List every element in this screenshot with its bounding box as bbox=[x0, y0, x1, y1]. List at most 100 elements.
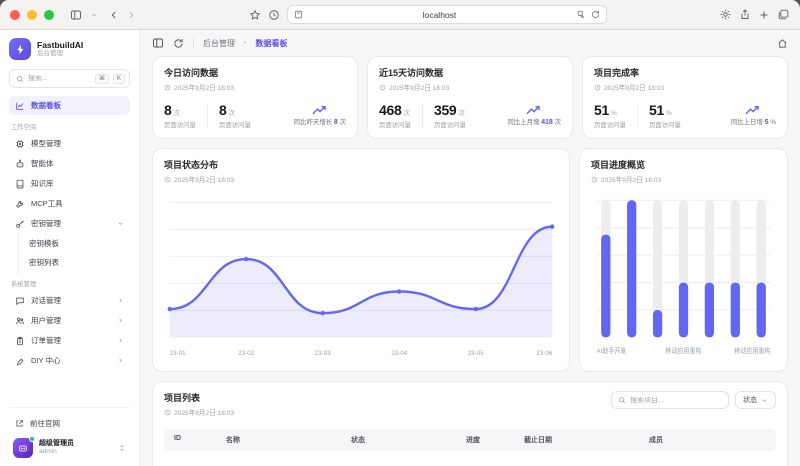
trend: 同比上日增 5 % bbox=[731, 105, 776, 126]
metric: 359次 页面访问量 bbox=[434, 103, 466, 129]
maximize-window-button[interactable] bbox=[44, 10, 54, 20]
trend-unit: 次 bbox=[555, 119, 561, 126]
refresh-icon[interactable] bbox=[173, 38, 184, 49]
chevron-down-icon[interactable] bbox=[90, 11, 98, 19]
trend-up-icon bbox=[744, 105, 762, 115]
stat-title: 项目完成率 bbox=[594, 66, 776, 79]
stat-card-15day-visits: 近15天访问数据 2025年9月2日 18:03 468次 页面访问量 359次 bbox=[367, 56, 573, 139]
status-filter-select[interactable]: 状态 bbox=[735, 391, 776, 409]
sidebar-item-key-templates[interactable]: 密钥模板 bbox=[23, 234, 130, 253]
clipboard-icon bbox=[15, 336, 25, 346]
sidebar-item-conversations[interactable]: 对话管理 bbox=[9, 291, 130, 310]
stat-card-today-visits: 今日访问数据 2025年9月2日 18:03 8次 页面访问量 8 次 bbox=[152, 56, 358, 139]
tab-overview-icon[interactable] bbox=[777, 8, 790, 21]
metric-unit: 次 bbox=[458, 110, 464, 117]
reload-icon[interactable] bbox=[591, 10, 600, 19]
forward-icon[interactable] bbox=[126, 10, 136, 20]
svg-text:AI助手开发: AI助手开发 bbox=[597, 345, 627, 354]
metric-value: 8 bbox=[219, 102, 227, 118]
trend-value: 418 bbox=[541, 119, 553, 126]
sidebar-item-key-list[interactable]: 密钥列表 bbox=[23, 253, 130, 272]
svg-text:23-01: 23-01 bbox=[170, 350, 186, 357]
sidebar-item-keys[interactable]: 密钥管理 bbox=[9, 214, 130, 233]
stat-timestamp: 2025年9月2日 18:03 bbox=[174, 82, 234, 92]
stat-timestamp: 2025年9月2日 18:03 bbox=[389, 82, 449, 92]
trend: 同比昨天增长 8 次 bbox=[294, 105, 346, 126]
sidebar-search[interactable]: ⌘ K bbox=[9, 69, 130, 88]
metric-label: 页面访问量 bbox=[649, 120, 681, 129]
app-logo-row[interactable]: FastbuildAI 后台管理 bbox=[9, 38, 130, 60]
bar-chart-card: 项目进度概览 2025年9月2日 18:03 AI助手开发移动应用重构移动应用重… bbox=[579, 148, 788, 372]
history-clock-icon[interactable] bbox=[268, 9, 280, 21]
back-icon[interactable] bbox=[109, 10, 119, 20]
sidebar-item-dashboard[interactable]: 数据看板 bbox=[9, 96, 130, 115]
sidebar-footer: 前往官网 超级管理员 admin bbox=[9, 407, 130, 458]
trend-value: 8 bbox=[334, 119, 338, 126]
browser-sidebar-toggle-icon[interactable] bbox=[69, 9, 83, 21]
metric-label: 页面访问量 bbox=[164, 120, 196, 129]
traffic-lights bbox=[10, 10, 54, 20]
browser-chrome: localhost bbox=[0, 0, 800, 30]
breadcrumb-root[interactable]: 后台管理 bbox=[203, 38, 235, 49]
svg-text:移动应用重构: 移动应用重构 bbox=[665, 345, 701, 354]
visit-website-link[interactable]: 前往官网 bbox=[9, 414, 130, 433]
trend-label: 同比昨天增长 bbox=[294, 119, 332, 126]
metric-value: 359 bbox=[434, 102, 456, 118]
section-system: 系统管理 bbox=[11, 279, 128, 288]
chart-timestamp: 2025年9月2日 18:03 bbox=[601, 174, 661, 184]
breadcrumb-current[interactable]: 数据看板 bbox=[255, 38, 287, 49]
url-bar[interactable]: localhost bbox=[287, 5, 607, 24]
metric: 468次 页面访问量 bbox=[379, 103, 411, 129]
chart-timestamp: 2025年9月2日 18:03 bbox=[174, 174, 234, 184]
sidebar-item-knowledge-base[interactable]: 知识库 bbox=[9, 174, 130, 193]
sidebar-item-diy-center[interactable]: DIY 中心 bbox=[9, 351, 130, 370]
table-tools: 状态 bbox=[611, 391, 776, 409]
metric: 8次 页面访问量 bbox=[219, 103, 251, 129]
stat-title: 今日访问数据 bbox=[164, 66, 346, 79]
metric-unit: 次 bbox=[174, 110, 180, 117]
main-content: 后台管理 • 数据看板 今日访问数据 2025年9月2日 18:03 bbox=[140, 30, 800, 466]
search-input[interactable] bbox=[28, 75, 91, 82]
sidebar: FastbuildAI 后台管理 ⌘ K 数据看板 bbox=[0, 30, 140, 466]
translate-icon[interactable] bbox=[577, 10, 586, 19]
app-subtitle: 后台管理 bbox=[37, 50, 83, 58]
project-search-input[interactable] bbox=[630, 397, 722, 404]
sidebar-item-models[interactable]: 模型管理 bbox=[9, 134, 130, 153]
sidebar-item-users[interactable]: 用户管理 bbox=[9, 311, 130, 330]
clock-icon bbox=[591, 176, 598, 183]
sidebar-item-label: 模型管理 bbox=[31, 138, 61, 149]
user-name: 超级管理员 bbox=[39, 440, 74, 449]
project-search[interactable] bbox=[611, 391, 729, 409]
line-chart: 23-0123-0223-0323-0423-0523-06 bbox=[164, 188, 558, 362]
svg-text:23-06: 23-06 bbox=[536, 350, 552, 357]
sidebar-item-mcp-tools[interactable]: MCP工具 bbox=[9, 194, 130, 213]
status-filter-label: 状态 bbox=[743, 395, 757, 405]
clock-icon bbox=[164, 176, 171, 183]
share-icon[interactable] bbox=[739, 8, 751, 21]
svg-text:23-03: 23-03 bbox=[315, 350, 331, 357]
user-username: admin bbox=[39, 448, 74, 456]
column-header-id: ID bbox=[174, 435, 226, 445]
lightning-bolt-icon bbox=[15, 44, 26, 55]
column-header-status: 状态 bbox=[351, 435, 466, 445]
extensions-gear-icon[interactable] bbox=[719, 8, 732, 21]
new-tab-icon[interactable] bbox=[758, 9, 770, 21]
chart-date: 2025年9月2日 18:03 bbox=[591, 174, 776, 184]
main-toolbar: 后台管理 • 数据看板 bbox=[152, 37, 788, 49]
close-window-button[interactable] bbox=[10, 10, 20, 20]
section-workspace: 工作空间 bbox=[11, 122, 128, 131]
sidebar-item-agents[interactable]: 智能体 bbox=[9, 154, 130, 173]
trend-value: 5 bbox=[765, 119, 769, 126]
home-icon[interactable] bbox=[777, 38, 788, 49]
minimize-window-button[interactable] bbox=[27, 10, 37, 20]
stats-row: 今日访问数据 2025年9月2日 18:03 8次 页面访问量 8次 bbox=[152, 56, 788, 139]
user-menu[interactable]: 超级管理员 admin bbox=[9, 433, 130, 458]
table-date: 2025年9月2日 18:03 bbox=[164, 407, 234, 417]
chevron-right-icon bbox=[117, 337, 124, 344]
trend-label: 同比上日增 bbox=[731, 119, 763, 126]
clock-icon bbox=[164, 84, 171, 91]
collapse-sidebar-icon[interactable] bbox=[152, 37, 164, 49]
bookmark-star-icon[interactable] bbox=[249, 9, 261, 21]
column-header-name: 名称 bbox=[226, 435, 351, 445]
sidebar-item-orders[interactable]: 订单管理 bbox=[9, 331, 130, 350]
